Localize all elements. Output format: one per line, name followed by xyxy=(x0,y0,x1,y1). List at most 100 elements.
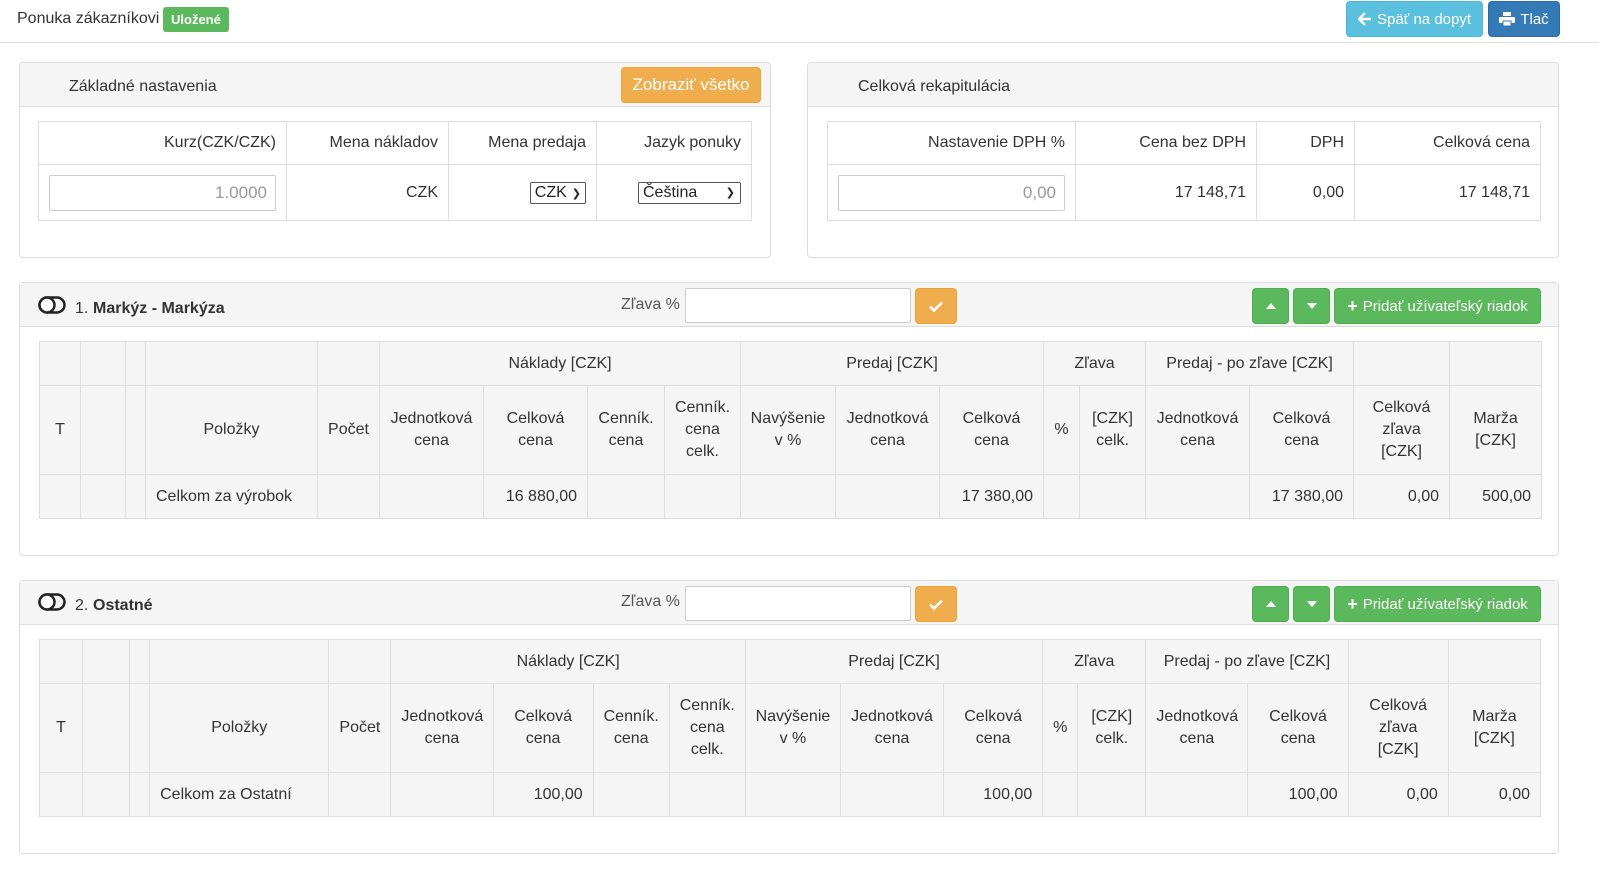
table-row: Celkom za Ostatní 100,00 100,00 100,00 0… xyxy=(38,772,1542,817)
empty-cell xyxy=(839,772,945,817)
cost-currency-value: CZK xyxy=(286,164,449,221)
empty-cell xyxy=(587,474,665,519)
section-2-add-row-button[interactable]: + Pridať užívateľský riadok xyxy=(1334,586,1541,622)
plus-icon: + xyxy=(1347,593,1358,614)
col-margin: Marža [CZK] xyxy=(1447,683,1542,773)
col-total-cost: Celková cena xyxy=(483,385,588,475)
col-vat: DPH xyxy=(1256,121,1355,165)
empty-cell xyxy=(592,772,670,817)
empty-cell xyxy=(129,772,151,817)
section-2-discount-input[interactable] xyxy=(685,586,911,621)
empty-cell xyxy=(1079,474,1147,519)
col-unit-cost: Jednotková cena xyxy=(379,385,484,475)
recap-table: Nastavenie DPH % Cena bez DPH DPH Celkov… xyxy=(827,121,1541,221)
empty-cell xyxy=(744,772,841,817)
empty-header xyxy=(317,341,380,386)
section-2-total-discount: 0,00 xyxy=(1347,772,1449,817)
empty-cell xyxy=(1042,772,1079,817)
print-icon xyxy=(1499,12,1516,26)
section-1-move-down-button[interactable] xyxy=(1293,288,1330,324)
basic-settings-header: Základné nastavenia Zobraziť všetko xyxy=(20,63,770,107)
section-1-cost-total: 16 880,00 xyxy=(483,474,588,519)
section-1-discount-input[interactable] xyxy=(685,288,911,323)
section-2-number: 2. xyxy=(75,597,89,614)
col-discount-czk: [CZK] celk. xyxy=(1079,385,1147,475)
empty-cell xyxy=(82,772,131,817)
sale-currency-select[interactable]: CZK ❯ xyxy=(529,181,586,204)
total-price-value: 17 148,71 xyxy=(1354,164,1541,221)
vat-percent-input[interactable]: 0,00 xyxy=(838,174,1065,211)
col-margin: Marža [CZK] xyxy=(1449,385,1543,475)
caret-up-icon xyxy=(1265,303,1276,309)
basic-settings-panel: Základné nastavenia Zobraziť všetko Kurz… xyxy=(19,62,771,258)
empty-cell xyxy=(390,772,494,817)
section-2-discount-label: Zľava % xyxy=(621,593,680,610)
col-price-no-vat: Cena bez DPH xyxy=(1075,121,1257,165)
caret-up-icon xyxy=(1265,601,1276,607)
section-1-move-up-button[interactable] xyxy=(1252,288,1289,324)
col-markup: Navýšenie v % xyxy=(744,683,841,773)
col-total-discount: Celková zľava [CZK] xyxy=(1347,683,1449,773)
empty-header xyxy=(129,639,151,684)
caret-down-icon xyxy=(1306,601,1317,607)
section-2-header: 2. Ostatné Zľava % + Pridať užívateľský … xyxy=(20,581,1558,625)
section-panel-2: 2. Ostatné Zľava % + Pridať užívateľský … xyxy=(19,580,1559,854)
status-badge: Uložené xyxy=(163,7,229,32)
section-1-name: Markýz - Markýza xyxy=(93,300,225,317)
section-1-sale-total: 17 380,00 xyxy=(939,474,1045,519)
group-sale-header: Predaj [CZK] xyxy=(740,341,1045,386)
col-total-after-discount: Celková cena xyxy=(1247,683,1349,773)
back-to-request-label: Späť na dopyt xyxy=(1376,10,1472,28)
section-1-add-row-button[interactable]: + Pridať užívateľský riadok xyxy=(1334,288,1541,324)
section-1-margin: 500,00 xyxy=(1449,474,1543,519)
add-row-label: Pridať užívateľský riadok xyxy=(1362,595,1528,613)
language-select[interactable]: Čeština ❯ xyxy=(638,181,741,204)
check-icon xyxy=(929,599,943,610)
chevron-down-icon: ❯ xyxy=(571,187,581,200)
show-all-button[interactable]: Zobraziť všetko xyxy=(621,67,761,103)
toggle-icon[interactable] xyxy=(38,296,66,314)
empty-cell xyxy=(1043,474,1081,519)
table-row: Celkom za výrobok 16 880,00 17 380,00 17… xyxy=(39,474,1543,519)
print-button[interactable]: Tlač xyxy=(1488,1,1560,37)
back-to-request-button[interactable]: Späť na dopyt xyxy=(1346,1,1483,37)
section-2-total-label: Celkom za Ostatní xyxy=(149,772,330,817)
section-1-discount-label: Zľava % xyxy=(621,296,680,313)
section-1-header: 1. Markýz - Markýza Zľava % + Pridať uží… xyxy=(20,283,1558,327)
section-2-move-up-button[interactable] xyxy=(1252,586,1289,622)
recap-header: Celková rekapitulácia xyxy=(808,63,1558,107)
col-vat-setting: Nastavenie DPH % xyxy=(827,121,1076,165)
col-language: Jazyk ponuky xyxy=(596,121,752,165)
show-all-label: Zobraziť všetko xyxy=(632,75,750,94)
group-costs-header: Náklady [CZK] xyxy=(390,639,746,684)
vat-value: 0,00 xyxy=(1256,164,1355,221)
plus-icon: + xyxy=(1347,295,1358,316)
col-discount-czk: [CZK] celk. xyxy=(1077,683,1147,773)
group-discount-header: Zľava xyxy=(1043,341,1147,386)
print-label: Tlač xyxy=(1520,10,1549,28)
section-2-apply-discount-button[interactable] xyxy=(915,586,957,622)
col-discount-percent: % xyxy=(1042,683,1079,773)
section-2-sale-total: 100,00 xyxy=(943,772,1044,817)
rate-input[interactable]: 1.0000 xyxy=(49,174,276,211)
section-1-after-discount-total: 17 380,00 xyxy=(1249,474,1355,519)
empty-header xyxy=(149,639,330,684)
section-1-table: Náklady [CZK] Predaj [CZK] Zľava Predaj … xyxy=(39,341,1543,519)
empty-header xyxy=(145,341,318,386)
section-2-margin: 0,00 xyxy=(1447,772,1542,817)
section-1-apply-discount-button[interactable] xyxy=(915,288,957,324)
sale-currency-value: CZK xyxy=(534,183,567,201)
empty-header xyxy=(1449,341,1543,386)
empty-cell xyxy=(317,474,380,519)
top-bar: Ponuka zákazníkovi Uložené Späť na dopyt… xyxy=(0,0,1599,43)
section-2-move-down-button[interactable] xyxy=(1293,586,1330,622)
empty-header xyxy=(129,683,151,773)
col-count: Počet xyxy=(328,683,392,773)
col-markup: Navýšenie v % xyxy=(740,385,837,475)
empty-cell xyxy=(668,772,746,817)
toggle-icon[interactable] xyxy=(38,593,66,611)
section-2-table: Náklady [CZK] Predaj [CZK] Zľava Predaj … xyxy=(38,639,1542,817)
empty-cell xyxy=(1145,772,1249,817)
col-unit-after-discount: Jednotková cena xyxy=(1145,385,1251,475)
empty-header xyxy=(1353,341,1451,386)
